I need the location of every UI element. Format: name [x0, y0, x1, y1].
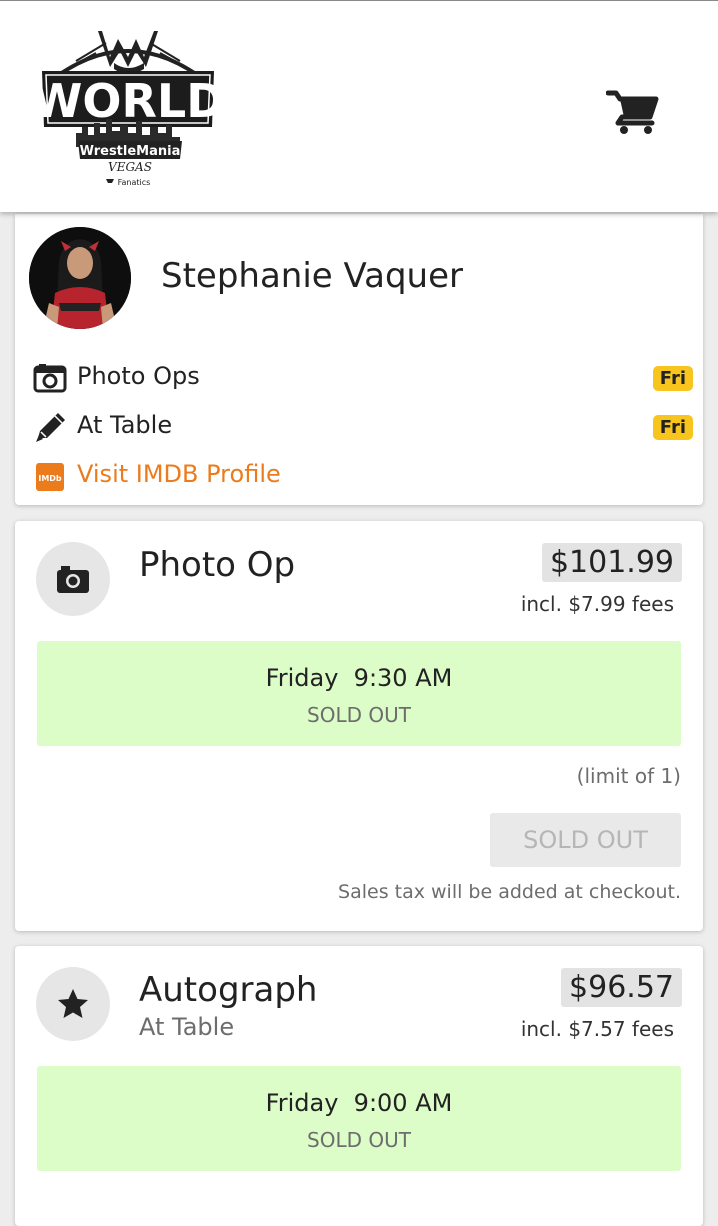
day-badge: Fri	[652, 366, 693, 391]
product-price: $96.57	[561, 968, 682, 1007]
autograph-product-card: Autograph At Table $96.57 incl. $7.57 fe…	[15, 946, 703, 1226]
product-title: Photo Op	[139, 545, 296, 585]
tax-note: Sales tax will be added at checkout.	[338, 881, 681, 903]
product-icon-circle	[36, 542, 110, 616]
talent-name: Stephanie Vaquer	[161, 256, 463, 296]
imdb-link-row[interactable]: IMDb Visit IMDB Profile	[33, 458, 693, 494]
app-header: WORLD WrestleMania VEGAS Fanatics	[0, 0, 718, 212]
svg-text:VEGAS: VEGAS	[108, 160, 152, 174]
slot-status: SOLD OUT	[307, 1128, 411, 1152]
photo-ops-label: Photo Ops	[77, 362, 200, 390]
imdb-icon: IMDb	[33, 460, 67, 492]
slot-time: Friday 9:00 AM	[265, 1089, 453, 1117]
photo-ops-row: Photo Ops Fri	[33, 360, 693, 396]
time-slot[interactable]: Friday 9:30 AM SOLD OUT	[37, 641, 681, 746]
at-table-row: At Table Fri	[33, 409, 693, 445]
svg-text:WORLD: WORLD	[36, 74, 220, 128]
photo-op-product-card: Photo Op $101.99 incl. $7.99 fees Friday…	[15, 521, 703, 931]
sold-out-button[interactable]: SOLD OUT	[490, 813, 681, 867]
slot-status: SOLD OUT	[307, 703, 411, 727]
pencil-icon	[33, 411, 67, 443]
svg-text:WrestleMania: WrestleMania	[80, 144, 181, 159]
at-table-label: At Table	[77, 411, 173, 439]
product-fees: incl. $7.57 fees	[520, 1017, 674, 1041]
slot-time: Friday 9:30 AM	[265, 664, 453, 692]
shopping-cart-icon[interactable]	[605, 89, 660, 135]
camera-icon	[57, 566, 89, 593]
svg-text:IMDb: IMDb	[38, 474, 62, 483]
svg-text:Fanatics: Fanatics	[118, 178, 151, 187]
star-icon	[58, 989, 88, 1018]
day-badge: Fri	[652, 415, 693, 440]
product-title: Autograph	[139, 970, 318, 1010]
product-subtitle: At Table	[139, 1013, 235, 1041]
imdb-profile-link[interactable]: Visit IMDB Profile	[77, 460, 281, 488]
wwe-world-logo[interactable]: WORLD WrestleMania VEGAS Fanatics	[32, 23, 224, 191]
camera-icon	[33, 362, 67, 394]
talent-profile-card: Stephanie Vaquer Photo Ops Fri At Table …	[15, 214, 703, 505]
avatar	[29, 227, 131, 329]
product-fees: incl. $7.99 fees	[520, 592, 674, 616]
product-price: $101.99	[541, 543, 682, 582]
time-slot[interactable]: Friday 9:00 AM SOLD OUT	[37, 1066, 681, 1171]
purchase-limit: (limit of 1)	[576, 764, 681, 788]
product-icon-circle	[36, 967, 110, 1041]
